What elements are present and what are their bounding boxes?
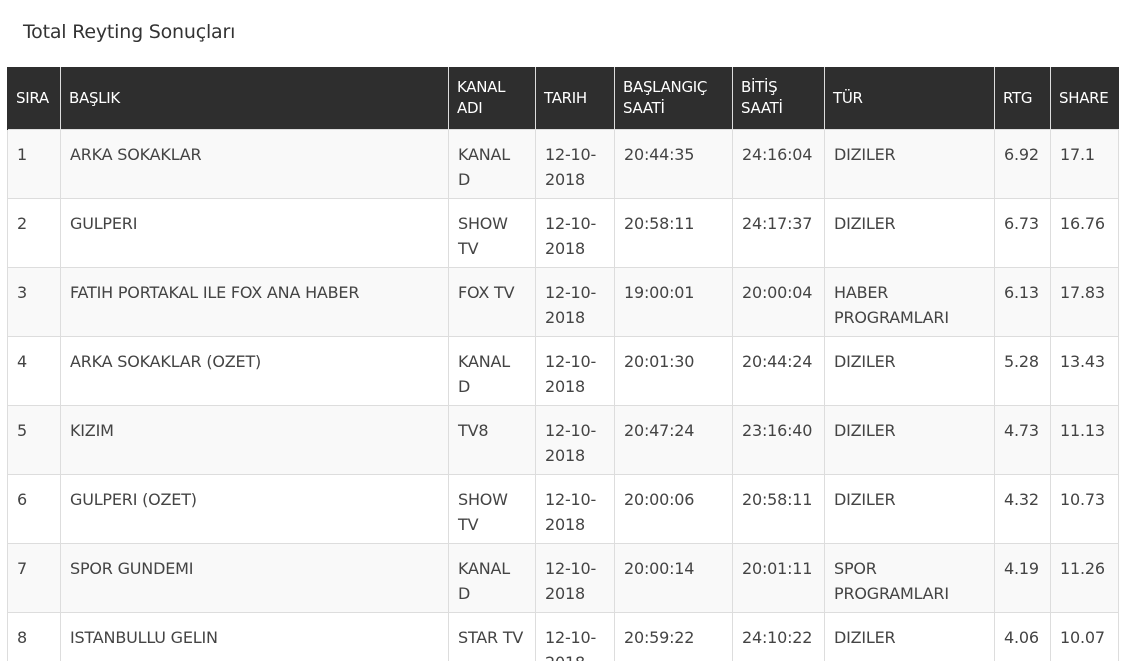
cell-baslik: ARKA SOKAKLAR (OZET) xyxy=(60,336,449,406)
column-header-baslangic: BAŞLANGIÇ SAATİ xyxy=(614,67,733,130)
cell-kanal: TV8 xyxy=(448,405,536,475)
cell-tarih: 12-10-2018 xyxy=(535,543,615,613)
cell-tarih: 12-10-2018 xyxy=(535,129,615,199)
table-row: 4 ARKA SOKAKLAR (OZET) KANAL D 12-10-2018 20… xyxy=(7,336,1119,406)
cell-rtg: 4.32 xyxy=(994,474,1051,544)
cell-tur: DIZILER xyxy=(824,198,995,268)
cell-bitis: 20:00:04 xyxy=(732,267,825,337)
table-header-row: SIRA BAŞLIK KANAL ADI TARIH BAŞLANGIÇ SAATİ B… xyxy=(7,67,1119,130)
page: Total Reyting Sonuçları SIRA BAŞLIK KANAL … xyxy=(0,0,1123,661)
column-header-bitis: BİTİŞ SAATİ xyxy=(732,67,825,130)
cell-baslangic: 20:00:06 xyxy=(614,474,733,544)
cell-tur: DIZILER xyxy=(824,474,995,544)
cell-bitis: 24:10:22 xyxy=(732,612,825,661)
cell-bitis: 20:01:11 xyxy=(732,543,825,613)
cell-baslik: ISTANBULLU GELIN xyxy=(60,612,449,661)
cell-sira: 2 xyxy=(7,198,61,268)
cell-share: 10.07 xyxy=(1050,612,1119,661)
cell-bitis: 24:16:04 xyxy=(732,129,825,199)
table-row: 1 ARKA SOKAKLAR KANAL D 12-10-2018 20:44:35 2… xyxy=(7,129,1119,199)
cell-share: 11.26 xyxy=(1050,543,1119,613)
table-row: 8ISTANBULLU GELINSTAR TV12-10-201820:59:… xyxy=(7,612,1119,661)
cell-rtg: 4.19 xyxy=(994,543,1051,613)
cell-kanal: STAR TV xyxy=(448,612,536,661)
cell-tur: HABER PROGRAMLARI xyxy=(824,267,995,337)
table-header: SIRA BAŞLIK KANAL ADI TARIH BAŞLANGIÇ SAATİ B… xyxy=(7,67,1119,130)
cell-kanal: SHOW TV xyxy=(448,474,536,544)
cell-baslik: GULPERI xyxy=(60,198,449,268)
cell-share: 17.83 xyxy=(1050,267,1119,337)
cell-sira: 3 xyxy=(7,267,61,337)
cell-share: 11.13 xyxy=(1050,405,1119,475)
cell-rtg: 6.73 xyxy=(994,198,1051,268)
cell-tur: DIZILER xyxy=(824,129,995,199)
table-row: 3 FATIH PORTAKAL ILE FOX ANA HABER FOX TV 1… xyxy=(7,267,1119,337)
table-row: 6 GULPERI (OZET) SHOW TV 12-10-2018 20:00:06… xyxy=(7,474,1119,544)
column-header-sira: SIRA xyxy=(7,67,61,130)
cell-baslik: SPOR GUNDEMI xyxy=(60,543,449,613)
cell-tur: SPOR PROGRAMLARI xyxy=(824,543,995,613)
cell-sira: 7 xyxy=(7,543,61,613)
cell-rtg: 4.73 xyxy=(994,405,1051,475)
cell-kanal: KANAL D xyxy=(448,543,536,613)
cell-baslik: GULPERI (OZET) xyxy=(60,474,449,544)
cell-bitis: 23:16:40 xyxy=(732,405,825,475)
cell-kanal: FOX TV xyxy=(448,267,536,337)
ratings-table-container: SIRA BAŞLIK KANAL ADI TARIH BAŞLANGIÇ SAATİ B… xyxy=(7,67,1119,661)
column-header-tarih: TARIH xyxy=(535,67,615,130)
cell-tarih: 12-10-2018 xyxy=(535,474,615,544)
cell-sira: 6 xyxy=(7,474,61,544)
cell-tur: DIZILER xyxy=(824,405,995,475)
cell-kanal: KANAL D xyxy=(448,129,536,199)
column-header-rtg: RTG xyxy=(994,67,1051,130)
cell-baslangic: 20:58:11 xyxy=(614,198,733,268)
cell-kanal: SHOW TV xyxy=(448,198,536,268)
cell-tarih: 12-10-2018 xyxy=(535,336,615,406)
cell-baslangic: 20:44:35 xyxy=(614,129,733,199)
page-title: Total Reyting Sonuçları xyxy=(23,21,236,43)
cell-bitis: 20:44:24 xyxy=(732,336,825,406)
table-body: 1 ARKA SOKAKLAR KANAL D 12-10-2018 20:44:35 2… xyxy=(7,129,1119,661)
ratings-table: SIRA BAŞLIK KANAL ADI TARIH BAŞLANGIÇ SAATİ B… xyxy=(7,67,1119,661)
cell-sira: 1 xyxy=(7,129,61,199)
column-header-share: SHARE xyxy=(1050,67,1119,130)
cell-share: 10.73 xyxy=(1050,474,1119,544)
cell-kanal: KANAL D xyxy=(448,336,536,406)
cell-share: 17.1 xyxy=(1050,129,1119,199)
cell-bitis: 20:58:11 xyxy=(732,474,825,544)
cell-tarih: 12-10-2018 xyxy=(535,198,615,268)
table-row: 2 GULPERI SHOW TV 12-10-2018 20:58:11 24:17:3… xyxy=(7,198,1119,268)
cell-baslangic: 20:01:30 xyxy=(614,336,733,406)
cell-baslik: ARKA SOKAKLAR xyxy=(60,129,449,199)
cell-tarih: 12-10-2018 xyxy=(535,612,615,661)
cell-sira: 8 xyxy=(7,612,61,661)
cell-baslangic: 20:47:24 xyxy=(614,405,733,475)
cell-share: 16.76 xyxy=(1050,198,1119,268)
table-row: 5 KIZIM TV8 12-10-2018 20:47:24 23:16:40 DIZIL… xyxy=(7,405,1119,475)
cell-baslangic: 20:00:14 xyxy=(614,543,733,613)
cell-rtg: 6.13 xyxy=(994,267,1051,337)
cell-tarih: 12-10-2018 xyxy=(535,405,615,475)
cell-baslangic: 19:00:01 xyxy=(614,267,733,337)
cell-share: 13.43 xyxy=(1050,336,1119,406)
cell-sira: 4 xyxy=(7,336,61,406)
column-header-baslik: BAŞLIK xyxy=(60,67,449,130)
table-row: 7 SPOR GUNDEMI KANAL D 12-10-2018 20:00:14 20… xyxy=(7,543,1119,613)
cell-baslangic: 20:59:22 xyxy=(614,612,733,661)
cell-baslik: KIZIM xyxy=(60,405,449,475)
cell-rtg: 5.28 xyxy=(994,336,1051,406)
cell-tarih: 12-10-2018 xyxy=(535,267,615,337)
cell-tur: DIZILER xyxy=(824,336,995,406)
cell-sira: 5 xyxy=(7,405,61,475)
cell-rtg: 4.06 xyxy=(994,612,1051,661)
column-header-kanal: KANAL ADI xyxy=(448,67,536,130)
column-header-tur: TÜR xyxy=(824,67,995,130)
cell-tur: DIZILER xyxy=(824,612,995,661)
cell-bitis: 24:17:37 xyxy=(732,198,825,268)
cell-rtg: 6.92 xyxy=(994,129,1051,199)
cell-baslik: FATIH PORTAKAL ILE FOX ANA HABER xyxy=(60,267,449,337)
